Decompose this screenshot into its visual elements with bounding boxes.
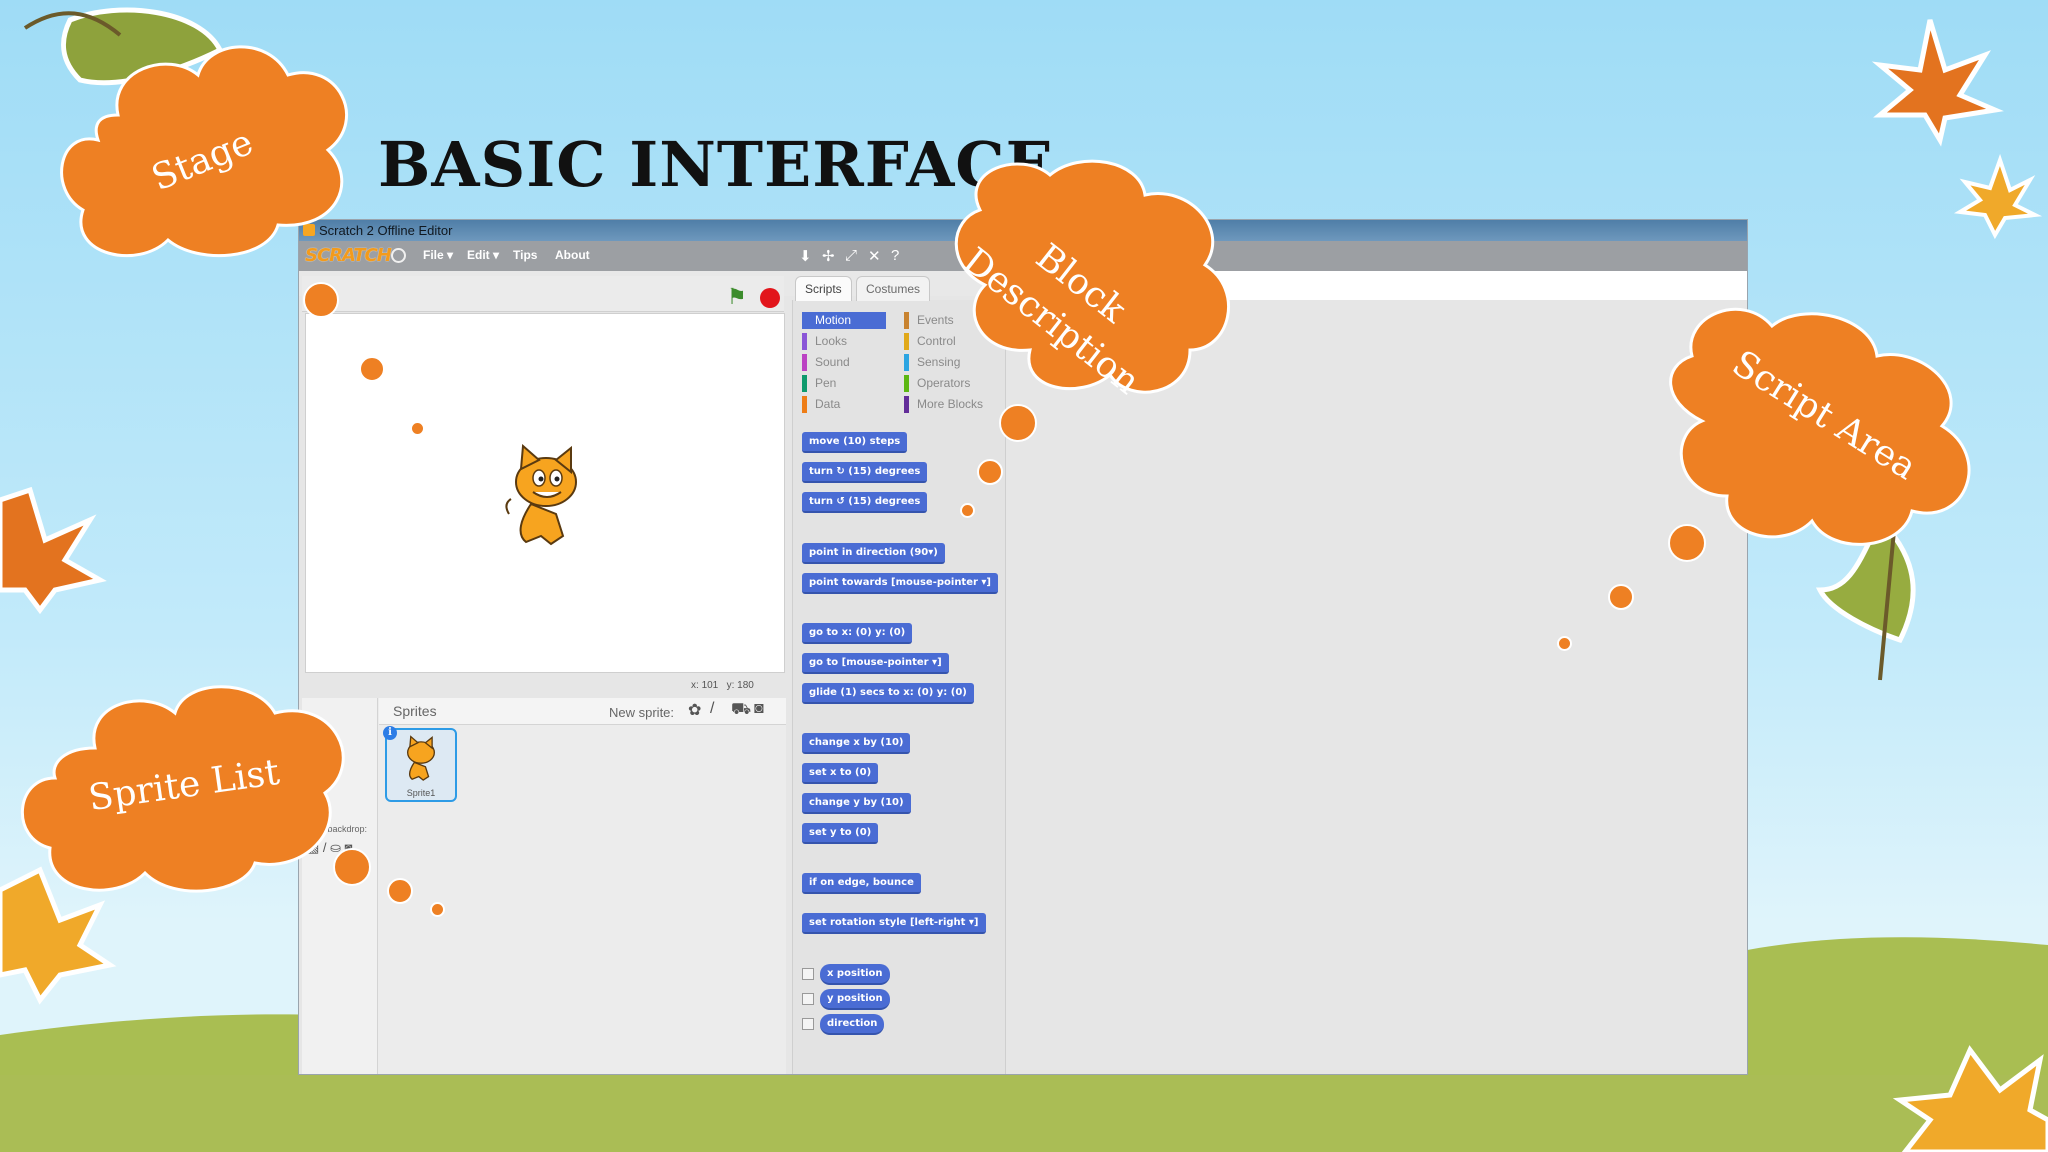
reporter-checkbox[interactable] (802, 968, 814, 980)
leaf-right-small (1953, 153, 2043, 240)
category-motion[interactable]: Motion (802, 312, 886, 329)
menu-about[interactable]: About (555, 248, 590, 262)
block-7[interactable]: glide (1) secs to x: (0) y: (0) (802, 683, 974, 704)
stage-bubble-large (303, 282, 339, 318)
sprite-name: Sprite1 (406, 788, 436, 798)
menu-tips[interactable]: Tips (513, 248, 537, 262)
shrink-icon[interactable]: ✕ (868, 247, 881, 265)
block-3[interactable]: point in direction (90▾) (802, 543, 945, 564)
camera-icon[interactable]: ◙ (754, 700, 764, 718)
reporter-y-position[interactable]: y position (820, 989, 890, 1010)
stop-sign-icon[interactable] (760, 288, 780, 308)
reporter-checkbox[interactable] (802, 993, 814, 1005)
cat-thumbnail-icon (407, 735, 435, 781)
block-0[interactable]: move (10) steps (802, 432, 908, 453)
block-12[interactable]: if on edge, bounce (802, 873, 921, 894)
tab-scripts[interactable]: Scripts (795, 276, 852, 301)
stage-header (302, 276, 784, 312)
sprite-bubble-large (333, 848, 371, 886)
block-2[interactable]: turn ↺ (15) degrees (802, 492, 928, 513)
category-looks[interactable]: Looks (802, 333, 886, 350)
duplicate-icon[interactable]: ⬇ (799, 247, 812, 265)
category-pen[interactable]: Pen (802, 375, 886, 392)
green-flag-icon[interactable]: ⚑ (727, 284, 747, 310)
paint-sprite-icon[interactable]: / (710, 700, 714, 718)
block-6[interactable]: go to [mouse-pointer ▾] (802, 653, 949, 674)
upload-sprite-icon[interactable]: ⛟ (731, 700, 751, 720)
reporter-x-position[interactable]: x position (820, 964, 890, 985)
block-4[interactable]: point towards [mouse-pointer ▾] (802, 573, 999, 594)
block-8[interactable]: change x by (10) (802, 733, 911, 754)
menu-edit[interactable]: Edit ▾ (467, 248, 499, 262)
cat-sprite-on-stage[interactable] (501, 444, 591, 549)
block-bubble-medium (977, 459, 1003, 485)
leaf-top-right (1871, 19, 2004, 147)
new-sprite-label: New sprite: (609, 705, 675, 720)
mouse-coordinates: x: 101 y: 180 (691, 680, 754, 691)
menu-file[interactable]: File ▾ (423, 248, 453, 262)
sprite-bubble-small (430, 902, 445, 917)
reporter-checkbox[interactable] (802, 1018, 814, 1030)
category-data[interactable]: Data (802, 396, 886, 413)
script-bubble-small (1557, 636, 1572, 651)
leaf-left-middle (0, 486, 107, 615)
script-bubble-medium (1608, 584, 1634, 610)
block-bubble-small (960, 503, 975, 518)
sprites-header (379, 698, 786, 725)
sprites-label: Sprites (393, 703, 437, 719)
script-bubble-large (1668, 524, 1706, 562)
block-11[interactable]: set y to (0) (802, 823, 879, 844)
language-globe-icon[interactable] (391, 248, 406, 263)
block-bubble-large (999, 404, 1037, 442)
stage-bubble-small (410, 421, 425, 436)
sprite-thumbnail[interactable]: Sprite1 (385, 728, 457, 802)
sprite-library-icon[interactable]: ✿ (688, 700, 701, 720)
stage-bubble-medium (359, 356, 385, 382)
block-1[interactable]: turn ↻ (15) degrees (802, 462, 928, 483)
sprite-info-icon[interactable]: i (383, 726, 397, 740)
delete-icon[interactable]: ✢ (822, 247, 835, 265)
sprite-bubble-medium (387, 878, 413, 904)
grow-icon[interactable]: ⤢ (845, 247, 857, 264)
help-icon[interactable]: ? (891, 247, 899, 264)
block-13[interactable]: set rotation style [left-right ▾] (802, 913, 986, 934)
block-9[interactable]: set x to (0) (802, 763, 879, 784)
block-5[interactable]: go to x: (0) y: (0) (802, 623, 913, 644)
block-10[interactable]: change y by (10) (802, 793, 911, 814)
category-sound[interactable]: Sound (802, 354, 886, 371)
tab-costumes[interactable]: Costumes (856, 276, 931, 301)
script-area[interactable] (1006, 300, 1747, 1074)
reporter-direction[interactable]: direction (820, 1014, 885, 1035)
